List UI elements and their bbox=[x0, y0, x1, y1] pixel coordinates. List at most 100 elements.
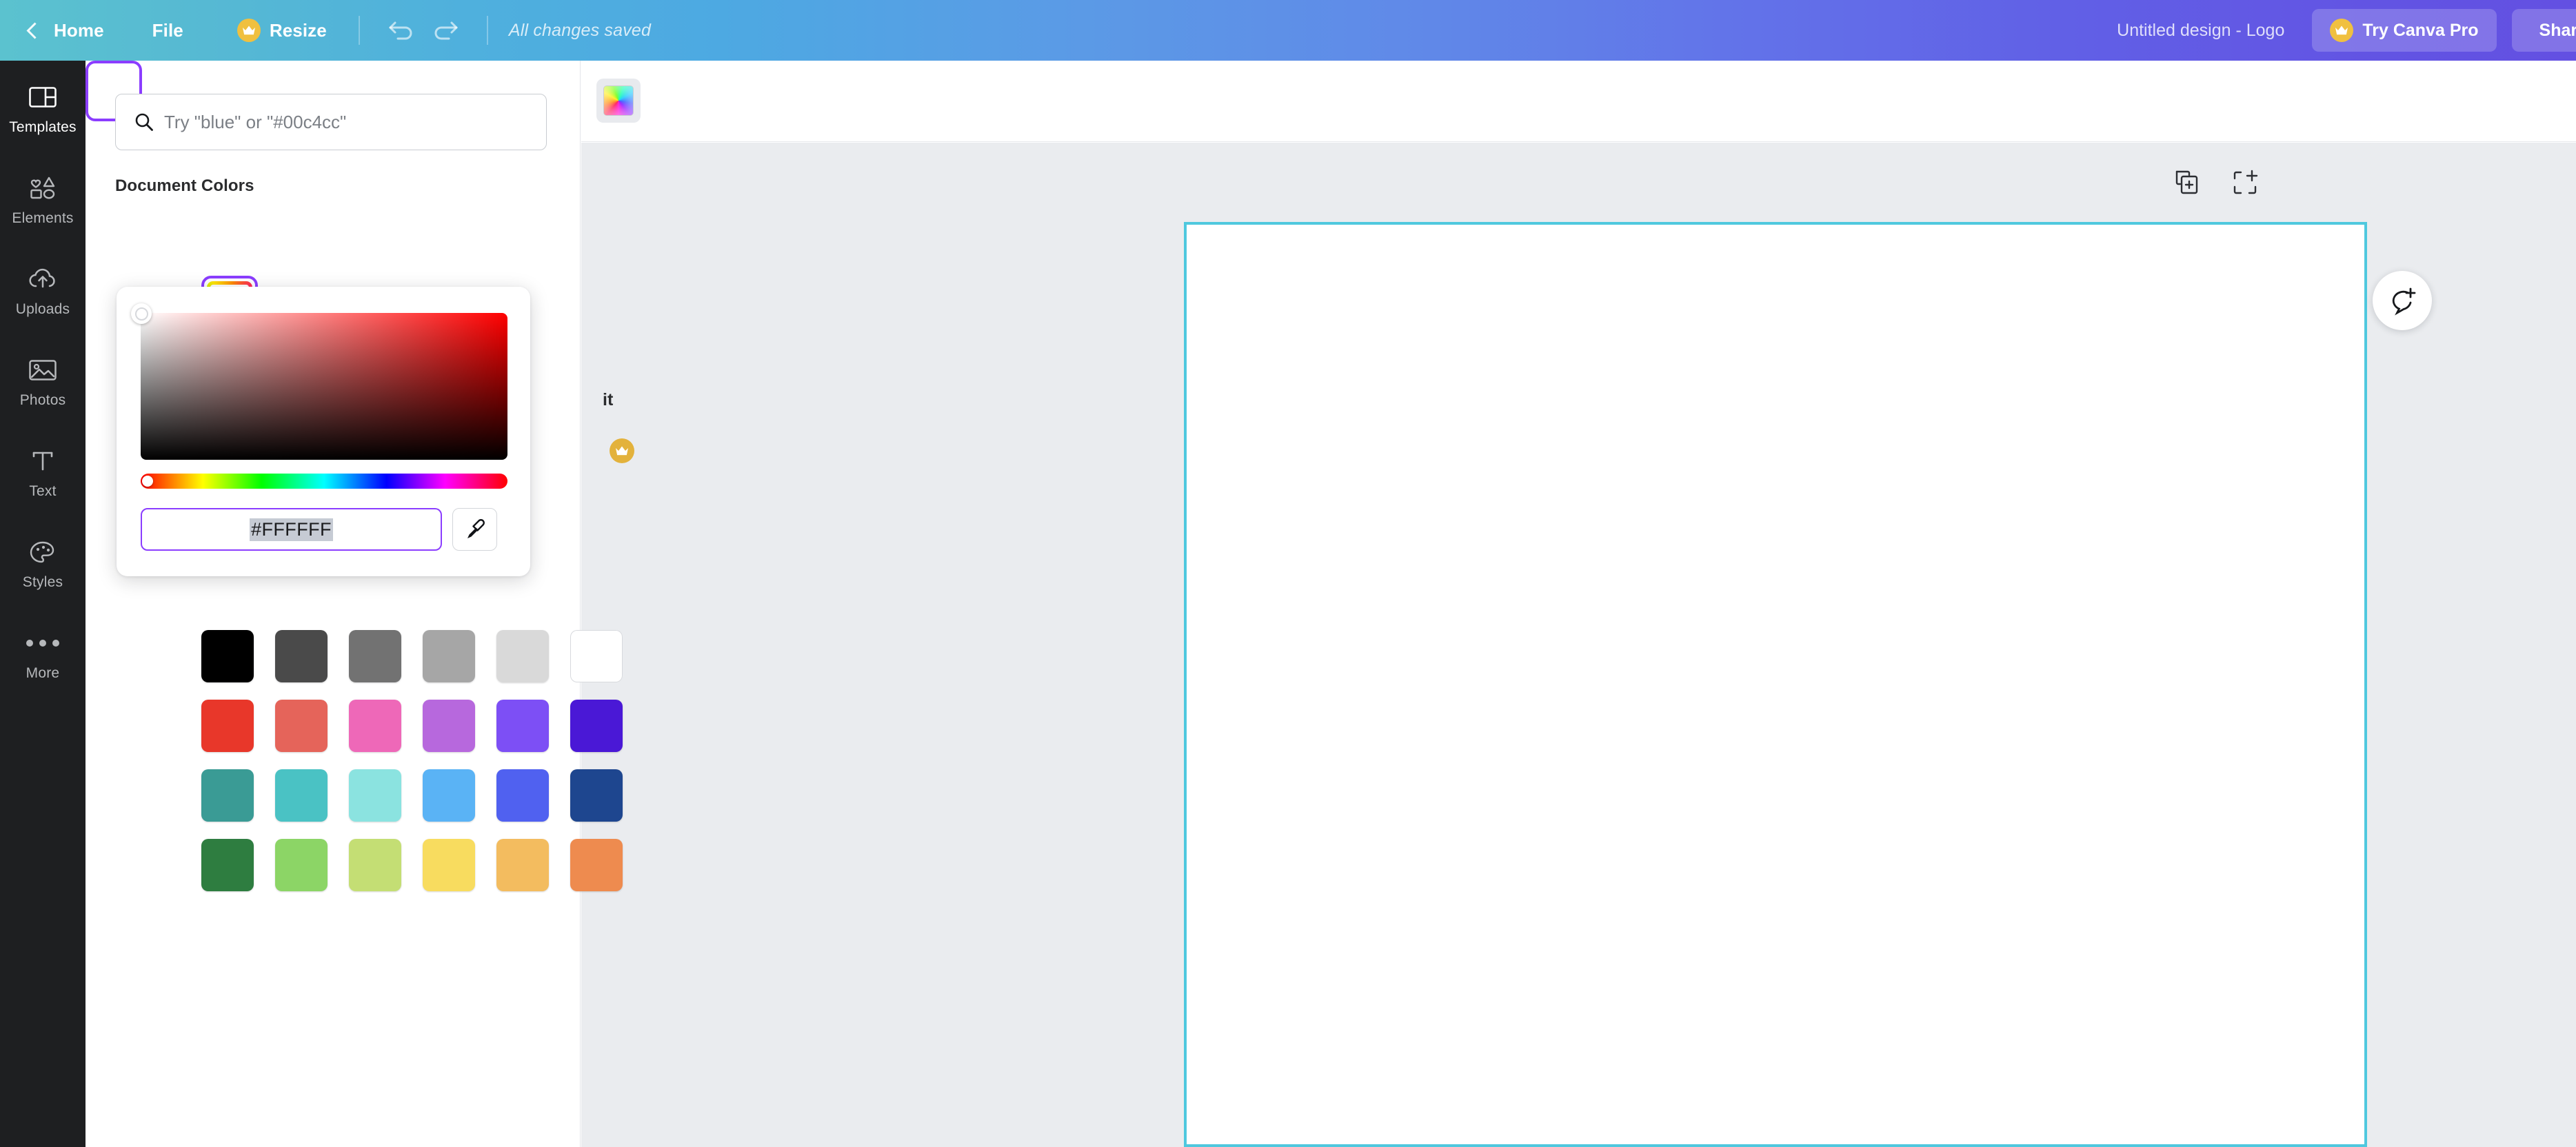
sidebar-label-photos: Photos bbox=[19, 392, 66, 408]
palette-swatch-gray[interactable] bbox=[349, 630, 401, 682]
sidebar-label-elements: Elements bbox=[12, 210, 74, 226]
undo-button[interactable] bbox=[381, 9, 423, 52]
color-side-panel: Document Colors it bbox=[85, 61, 634, 1147]
palette-swatch-dark-gray[interactable] bbox=[275, 630, 328, 682]
save-status: All changes saved bbox=[508, 20, 652, 40]
try-canva-pro-button[interactable]: Try Canva Pro bbox=[2312, 9, 2497, 52]
undo-icon bbox=[389, 21, 412, 40]
design-title[interactable]: Untitled design - Logo bbox=[2117, 21, 2284, 41]
palette-swatch-purple[interactable] bbox=[496, 700, 549, 752]
design-canvas-page[interactable] bbox=[1184, 222, 2367, 1147]
resize-button[interactable]: Resize bbox=[226, 0, 338, 61]
back-button[interactable] bbox=[15, 0, 51, 61]
saturation-value-area[interactable] bbox=[131, 303, 507, 460]
hex-input-value: #FFFFFF bbox=[250, 518, 333, 541]
sidebar-item-text[interactable]: Text bbox=[0, 425, 85, 516]
add-page-icon[interactable] bbox=[2231, 169, 2259, 200]
back-chevron-icon bbox=[26, 21, 43, 39]
resize-label: Resize bbox=[269, 19, 327, 41]
palette-swatch-yellow[interactable] bbox=[423, 839, 475, 891]
palette-swatch-mid-gray[interactable] bbox=[423, 630, 475, 682]
sidebar-label-styles: Styles bbox=[22, 574, 63, 590]
palette-row bbox=[201, 630, 636, 682]
palette-swatch-coral[interactable] bbox=[275, 700, 328, 752]
search-box[interactable] bbox=[115, 94, 547, 150]
search-input[interactable] bbox=[159, 111, 517, 133]
color-picker-popup: #FFFFFF bbox=[117, 287, 530, 576]
templates-icon bbox=[29, 81, 57, 113]
more-icon bbox=[26, 627, 59, 659]
palette-row bbox=[201, 769, 636, 822]
toolbar-divider-2 bbox=[486, 16, 488, 45]
palette-swatch-dark-green[interactable] bbox=[201, 839, 254, 891]
try-pro-label: Try Canva Pro bbox=[2362, 20, 2479, 40]
sidebar-item-photos[interactable]: Photos bbox=[0, 334, 85, 425]
crown-icon-pro bbox=[2330, 19, 2354, 42]
add-comment-icon bbox=[2392, 287, 2416, 316]
home-label: Home bbox=[54, 19, 104, 41]
uploads-icon bbox=[28, 263, 57, 295]
page-tools bbox=[2173, 169, 2259, 200]
home-button[interactable]: Home bbox=[51, 0, 111, 61]
photos-icon bbox=[29, 354, 57, 386]
palette-swatch-white[interactable] bbox=[570, 630, 623, 682]
palette-swatch-amber[interactable] bbox=[496, 839, 549, 891]
canvas-stage[interactable] bbox=[581, 143, 2576, 1147]
default-color-palette bbox=[201, 630, 636, 909]
add-comment-button[interactable] bbox=[2373, 271, 2432, 330]
palette-swatch-light-green[interactable] bbox=[275, 839, 328, 891]
palette-swatch-blue[interactable] bbox=[496, 769, 549, 822]
palette-swatch-teal[interactable] bbox=[201, 769, 254, 822]
hue-slider-handle[interactable] bbox=[142, 476, 153, 487]
eyedropper-icon bbox=[467, 519, 485, 538]
search-icon bbox=[134, 112, 154, 132]
hue-slider[interactable] bbox=[141, 474, 507, 489]
toolbar-divider-1 bbox=[358, 16, 360, 45]
share-button[interactable]: Share bbox=[2511, 9, 2576, 52]
crown-icon bbox=[237, 19, 261, 42]
palette-swatch-light-cyan[interactable] bbox=[349, 769, 401, 822]
sidebar-label-more: More bbox=[26, 664, 60, 681]
text-icon bbox=[31, 445, 54, 477]
duplicate-page-icon[interactable] bbox=[2173, 169, 2201, 200]
palette-swatch-orchid[interactable] bbox=[423, 700, 475, 752]
hex-input-field[interactable]: #FFFFFF bbox=[141, 508, 442, 551]
saturation-value-handle[interactable] bbox=[131, 303, 152, 324]
styles-icon bbox=[30, 536, 56, 568]
palette-swatch-black[interactable] bbox=[201, 630, 254, 682]
document-colors-title: Document Colors bbox=[115, 176, 254, 195]
sidebar-item-templates[interactable]: Templates bbox=[0, 61, 85, 152]
context-toolbar bbox=[581, 61, 2576, 142]
palette-swatch-red[interactable] bbox=[201, 700, 254, 752]
palette-swatch-light-gray[interactable] bbox=[496, 630, 549, 682]
sidebar-item-styles[interactable]: Styles bbox=[0, 516, 85, 607]
share-label: Share bbox=[2539, 20, 2576, 40]
sidebar-label-text: Text bbox=[29, 483, 57, 499]
elements-icon bbox=[29, 172, 57, 204]
palette-swatch-sky-blue[interactable] bbox=[423, 769, 475, 822]
sidebar-label-templates: Templates bbox=[9, 119, 77, 135]
sidebar-item-more[interactable]: More bbox=[0, 607, 85, 698]
palette-row bbox=[201, 700, 636, 752]
palette-swatch-navy[interactable] bbox=[570, 769, 623, 822]
crown-badge-icon bbox=[610, 438, 634, 463]
palette-swatch-turquoise[interactable] bbox=[275, 769, 328, 822]
eyedropper-button[interactable] bbox=[452, 508, 497, 551]
file-label: File bbox=[152, 19, 183, 41]
sidebar-item-uploads[interactable]: Uploads bbox=[0, 243, 85, 334]
file-menu-button[interactable]: File bbox=[140, 0, 196, 61]
sidebar-item-elements[interactable]: Elements bbox=[0, 152, 85, 243]
color-wheel-icon bbox=[604, 86, 633, 115]
sidebar-label-uploads: Uploads bbox=[15, 301, 70, 317]
palette-swatch-lime[interactable] bbox=[349, 839, 401, 891]
palette-swatch-deep-purple[interactable] bbox=[570, 700, 623, 752]
left-rail: Templates Elements Uploads Photos Text S… bbox=[0, 61, 85, 1147]
palette-swatch-pink[interactable] bbox=[349, 700, 401, 752]
redo-icon bbox=[434, 21, 458, 40]
redo-button[interactable] bbox=[423, 9, 466, 52]
brand-kit-text-fragment: it bbox=[603, 390, 614, 409]
color-wheel-button[interactable] bbox=[596, 79, 641, 123]
editor-area bbox=[581, 61, 2576, 1147]
palette-swatch-orange[interactable] bbox=[570, 839, 623, 891]
palette-row bbox=[201, 839, 636, 891]
